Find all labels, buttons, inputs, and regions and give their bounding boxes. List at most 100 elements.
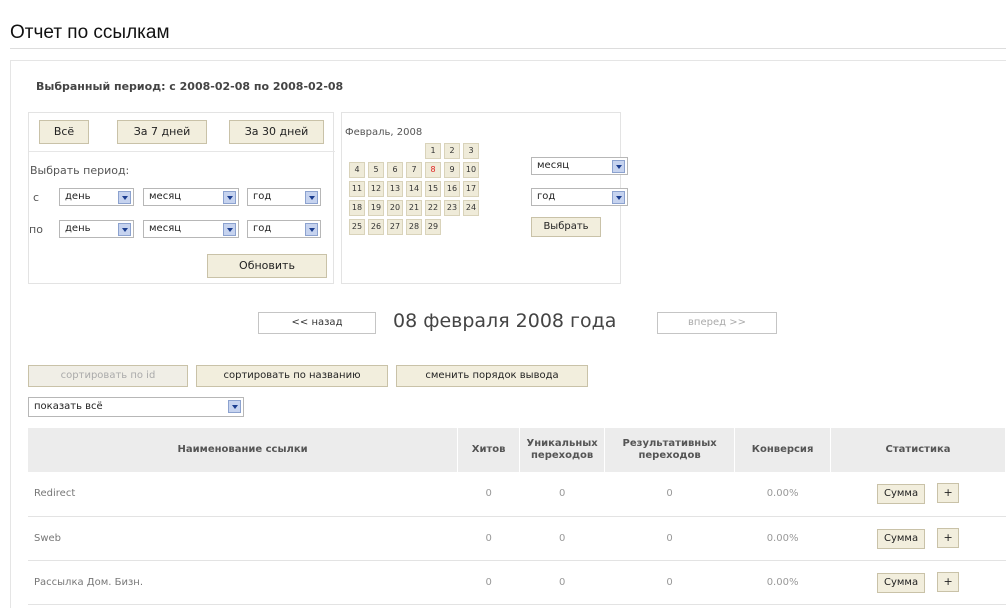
all-button[interactable]: Всё bbox=[39, 120, 89, 144]
conversion-value: 0.00% bbox=[734, 472, 831, 517]
sum-button[interactable]: Сумма bbox=[876, 572, 926, 593]
calendar-day[interactable]: 27 bbox=[387, 219, 403, 235]
calendar-day[interactable]: 13 bbox=[387, 181, 403, 197]
links-table: Наименование ссылки Хитов Уникальных пер… bbox=[28, 428, 1006, 605]
last-30-days-button[interactable]: За 30 дней bbox=[229, 120, 324, 144]
link-name: Redirect bbox=[28, 472, 458, 517]
unique-value: 0 bbox=[519, 516, 605, 561]
unique-value: 0 bbox=[519, 560, 605, 605]
link-name: Рассылка Дом. Бизн. bbox=[28, 560, 458, 605]
calendar-day[interactable]: 16 bbox=[444, 181, 460, 197]
from-year-value: год bbox=[253, 191, 272, 202]
effective-value: 0 bbox=[604, 472, 735, 517]
calendar-day[interactable]: 3 bbox=[463, 143, 479, 159]
calendar-choose-button[interactable]: Выбрать bbox=[531, 217, 601, 237]
calendar-year-value: год bbox=[537, 191, 556, 202]
link-name: Sweb bbox=[28, 516, 458, 561]
selected-period: Выбранный период: с 2008-02-08 по 2008-0… bbox=[36, 80, 344, 93]
calendar-day[interactable]: 1 bbox=[425, 143, 441, 159]
expand-button[interactable]: + bbox=[937, 527, 960, 548]
table-row: Рассылка Дом. Бизн. 0 0 0 0.00% Сумма + bbox=[28, 560, 1006, 605]
from-day-select[interactable]: день bbox=[59, 188, 134, 206]
chevron-down-icon bbox=[118, 191, 131, 204]
statistics-cell: Сумма + bbox=[830, 472, 1006, 517]
conversion-value: 0.00% bbox=[734, 560, 831, 605]
calendar-day[interactable]: 8 bbox=[425, 162, 441, 178]
calendar-day[interactable]: 22 bbox=[425, 200, 441, 216]
calendar-day[interactable]: 28 bbox=[406, 219, 422, 235]
calendar-day[interactable]: 2 bbox=[444, 143, 460, 159]
calendar-day[interactable]: 9 bbox=[444, 162, 460, 178]
to-month-value: месяц bbox=[149, 223, 182, 234]
calendar-day[interactable]: 17 bbox=[463, 181, 479, 197]
calendar-day[interactable]: 26 bbox=[368, 219, 384, 235]
sum-button[interactable]: Сумма bbox=[876, 528, 926, 549]
filter-divider bbox=[29, 151, 335, 152]
calendar-day[interactable]: 4 bbox=[349, 162, 365, 178]
from-day-value: день bbox=[65, 191, 91, 202]
report-page: Отчет по ссылкам Выбранный период: с 200… bbox=[0, 0, 1006, 608]
calendar-day[interactable]: 23 bbox=[444, 200, 460, 216]
column-conversion: Конверсия bbox=[734, 428, 832, 472]
chevron-down-icon bbox=[305, 223, 318, 236]
last-7-days-button[interactable]: За 7 дней bbox=[117, 120, 207, 144]
to-year-value: год bbox=[253, 223, 272, 234]
calendar-day[interactable]: 18 bbox=[349, 200, 365, 216]
change-order-button[interactable]: сменить порядок вывода bbox=[396, 365, 588, 387]
show-filter-value: показать всё bbox=[34, 401, 103, 412]
calendar-day[interactable]: 21 bbox=[406, 200, 422, 216]
chevron-down-icon bbox=[612, 191, 625, 204]
sum-button[interactable]: Сумма bbox=[876, 484, 926, 505]
to-day-select[interactable]: день bbox=[59, 220, 134, 238]
to-year-select[interactable]: год bbox=[247, 220, 321, 238]
effective-value: 0 bbox=[604, 516, 735, 561]
from-label: с bbox=[33, 191, 40, 204]
page-title: Отчет по ссылкам bbox=[10, 22, 170, 43]
chevron-down-icon bbox=[612, 160, 625, 173]
sort-by-id-button[interactable]: сортировать по id bbox=[28, 365, 188, 387]
calendar-year-select[interactable]: год bbox=[531, 188, 628, 206]
hits-value: 0 bbox=[457, 516, 520, 561]
calendar-day[interactable]: 5 bbox=[368, 162, 384, 178]
column-name: Наименование ссылки bbox=[28, 428, 459, 472]
calendar-day[interactable]: 29 bbox=[425, 219, 441, 235]
to-month-select[interactable]: месяц bbox=[143, 220, 239, 238]
unique-value: 0 bbox=[519, 472, 605, 517]
show-filter-select[interactable]: показать всё bbox=[28, 397, 244, 417]
calendar-day[interactable]: 20 bbox=[387, 200, 403, 216]
title-divider bbox=[10, 48, 1006, 49]
from-month-value: месяц bbox=[149, 191, 182, 202]
chevron-down-icon bbox=[305, 191, 318, 204]
from-month-select[interactable]: месяц bbox=[143, 188, 239, 206]
statistics-cell: Сумма + bbox=[830, 516, 1006, 561]
calendar-day[interactable]: 19 bbox=[368, 200, 384, 216]
current-date: 08 февраля 2008 года bbox=[393, 310, 617, 332]
hits-value: 0 bbox=[457, 560, 520, 605]
calendar-day[interactable]: 10 bbox=[463, 162, 479, 178]
calendar-day[interactable]: 15 bbox=[425, 181, 441, 197]
back-button[interactable]: << назад bbox=[258, 312, 376, 334]
calendar-title: Февраль, 2008 bbox=[345, 127, 423, 138]
from-year-select[interactable]: год bbox=[247, 188, 321, 206]
refresh-button[interactable]: Обновить bbox=[207, 254, 327, 278]
calendar-day[interactable]: 12 bbox=[368, 181, 384, 197]
expand-button[interactable]: + bbox=[937, 571, 960, 592]
calendar-day[interactable]: 7 bbox=[406, 162, 422, 178]
conversion-value: 0.00% bbox=[734, 516, 831, 561]
statistics-cell: Сумма + bbox=[830, 560, 1006, 605]
calendar-day[interactable]: 24 bbox=[463, 200, 479, 216]
calendar-day[interactable]: 6 bbox=[387, 162, 403, 178]
calendar-day[interactable]: 25 bbox=[349, 219, 365, 235]
forward-button[interactable]: вперед >> bbox=[657, 312, 777, 334]
hits-value: 0 bbox=[457, 472, 520, 517]
effective-value: 0 bbox=[604, 560, 735, 605]
to-day-value: день bbox=[65, 223, 91, 234]
chevron-down-icon bbox=[118, 223, 131, 236]
calendar-month-select[interactable]: месяц bbox=[531, 157, 628, 175]
expand-button[interactable]: + bbox=[937, 483, 960, 504]
calendar-month-value: месяц bbox=[537, 160, 570, 171]
calendar-day[interactable]: 11 bbox=[349, 181, 365, 197]
calendar-day[interactable]: 14 bbox=[406, 181, 422, 197]
sort-by-name-button[interactable]: сортировать по названию bbox=[196, 365, 388, 387]
choose-period-label: Выбрать период: bbox=[30, 164, 130, 177]
